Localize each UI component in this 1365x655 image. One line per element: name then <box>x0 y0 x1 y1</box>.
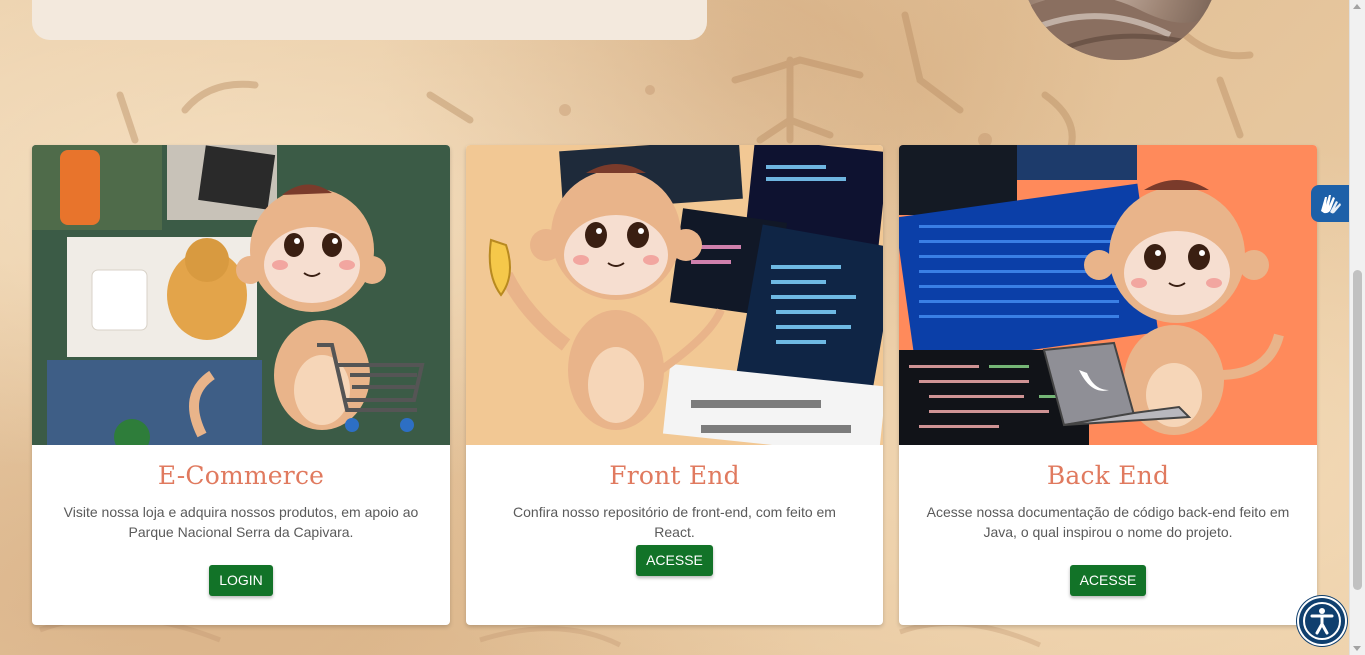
scroll-down-arrow-icon[interactable] <box>1353 646 1361 651</box>
ecommerce-card-image <box>32 145 450 445</box>
backend-description: Acesse nossa documentação de código back… <box>926 504 1290 540</box>
frontend-title: Front End <box>609 461 740 490</box>
top-circular-photo <box>1020 0 1220 60</box>
backend-card-image <box>899 145 1317 445</box>
monkey-banana-code-illustration <box>466 145 883 445</box>
accessibility-menu-button[interactable] <box>1299 598 1345 644</box>
ecommerce-login-button[interactable]: LOGIN <box>209 565 273 596</box>
backend-acesse-button[interactable]: ACESSE <box>1069 565 1147 596</box>
sign-language-hands-icon <box>1321 195 1341 214</box>
frontend-description: Confira nosso repositório de front-end, … <box>513 504 836 540</box>
top-content-panel <box>32 0 707 40</box>
ecommerce-title: E-Commerce <box>157 461 325 490</box>
monkey-laptop-java-illustration <box>899 145 1317 445</box>
frontend-card-image <box>466 145 883 445</box>
monkey-shopping-cart-illustration <box>32 145 450 445</box>
frontend-acesse-button[interactable]: ACESSE <box>636 545 713 576</box>
page-scrollbar[interactable] <box>1349 0 1365 655</box>
scroll-up-arrow-icon[interactable] <box>1353 4 1361 9</box>
backend-title: Back End <box>1046 461 1170 490</box>
frontend-card: Front End Confira nosso repositório de f… <box>466 145 883 625</box>
ecommerce-card: E-Commerce Visite nossa loja e adquira n… <box>32 145 450 625</box>
vlibras-widget-button[interactable] <box>1311 185 1349 222</box>
backend-card: Back End Acesse nossa documentação de có… <box>899 145 1317 625</box>
scrollbar-thumb[interactable] <box>1353 270 1362 590</box>
accessibility-person-icon <box>1303 602 1341 640</box>
ecommerce-description: Visite nossa loja e adquira nossos produ… <box>63 504 419 540</box>
